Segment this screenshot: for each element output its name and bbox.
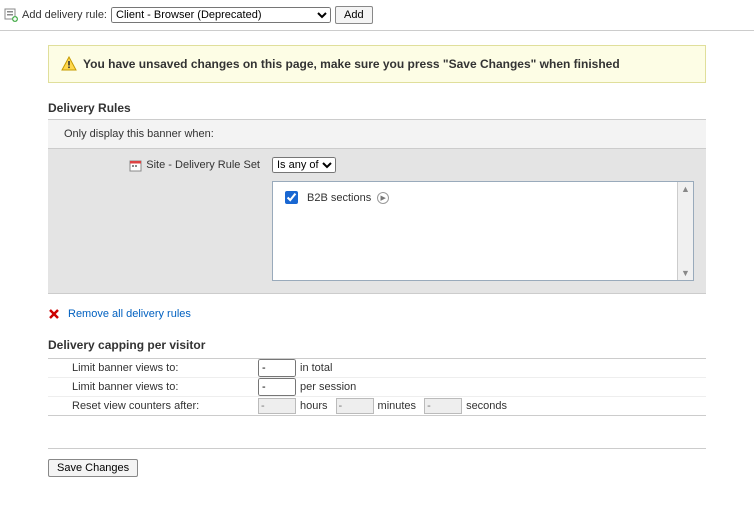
remove-row: Remove all delivery rules — [48, 294, 706, 328]
scrollbar[interactable]: ▲ ▼ — [677, 182, 693, 280]
reset-seconds-input — [424, 398, 462, 414]
calendar-icon — [129, 159, 142, 172]
rule-type-select[interactable]: Client - Browser (Deprecated) — [111, 7, 331, 23]
banner-views-total-input[interactable] — [258, 359, 296, 377]
add-rule-toolbar: Add delivery rule: Client - Browser (Dep… — [0, 0, 754, 31]
delivery-rules-title: Delivery Rules — [48, 101, 706, 115]
add-rule-label: Add delivery rule: — [22, 9, 107, 21]
cap-suffix: minutes — [378, 400, 417, 412]
delivery-rules-box: Only display this banner when: Site - De… — [48, 119, 706, 294]
reset-minutes-input — [336, 398, 374, 414]
banner-views-session-input[interactable] — [258, 378, 296, 396]
rule-label: Site - Delivery Rule Set — [146, 159, 260, 171]
save-changes-button[interactable]: Save Changes — [48, 459, 138, 477]
option-checkbox[interactable] — [285, 191, 298, 204]
remove-icon — [48, 308, 60, 320]
reset-hours-input — [258, 398, 296, 414]
rule-options-list: B2B sections ▶ ▲ ▼ — [272, 181, 694, 281]
unsaved-warning: You have unsaved changes on this page, m… — [48, 45, 706, 83]
capping-table: Limit banner views to: in total Limit ba… — [48, 358, 706, 416]
cap-label: Limit banner views to: — [48, 378, 258, 396]
option-label: B2B sections — [307, 192, 371, 204]
save-row: Save Changes — [48, 448, 706, 477]
list-item: B2B sections ▶ — [273, 182, 693, 213]
play-icon[interactable]: ▶ — [377, 192, 389, 204]
cap-row-total: Limit banner views to: in total — [48, 359, 706, 378]
warning-icon — [61, 56, 77, 72]
cap-label: Limit banner views to: — [48, 359, 258, 377]
cap-suffix: seconds — [466, 400, 507, 412]
rules-condition-header: Only display this banner when: — [48, 120, 706, 149]
cap-label: Reset view counters after: — [48, 397, 258, 415]
scroll-up-icon: ▲ — [681, 182, 690, 196]
operator-select[interactable]: Is any of — [272, 157, 336, 173]
add-rule-icon — [4, 8, 18, 22]
cap-row-reset: Reset view counters after: hours minutes… — [48, 397, 706, 416]
cap-suffix: in total — [300, 362, 332, 374]
rule-row: Site - Delivery Rule Set Is any of B2B s… — [48, 149, 706, 293]
remove-all-link[interactable]: Remove all delivery rules — [68, 308, 191, 320]
capping-title: Delivery capping per visitor — [48, 338, 706, 352]
cap-suffix: hours — [300, 400, 328, 412]
warning-text: You have unsaved changes on this page, m… — [83, 57, 620, 71]
add-button[interactable]: Add — [335, 6, 373, 24]
scroll-down-icon: ▼ — [681, 266, 690, 280]
cap-suffix: per session — [300, 381, 356, 393]
cap-row-session: Limit banner views to: per session — [48, 378, 706, 397]
